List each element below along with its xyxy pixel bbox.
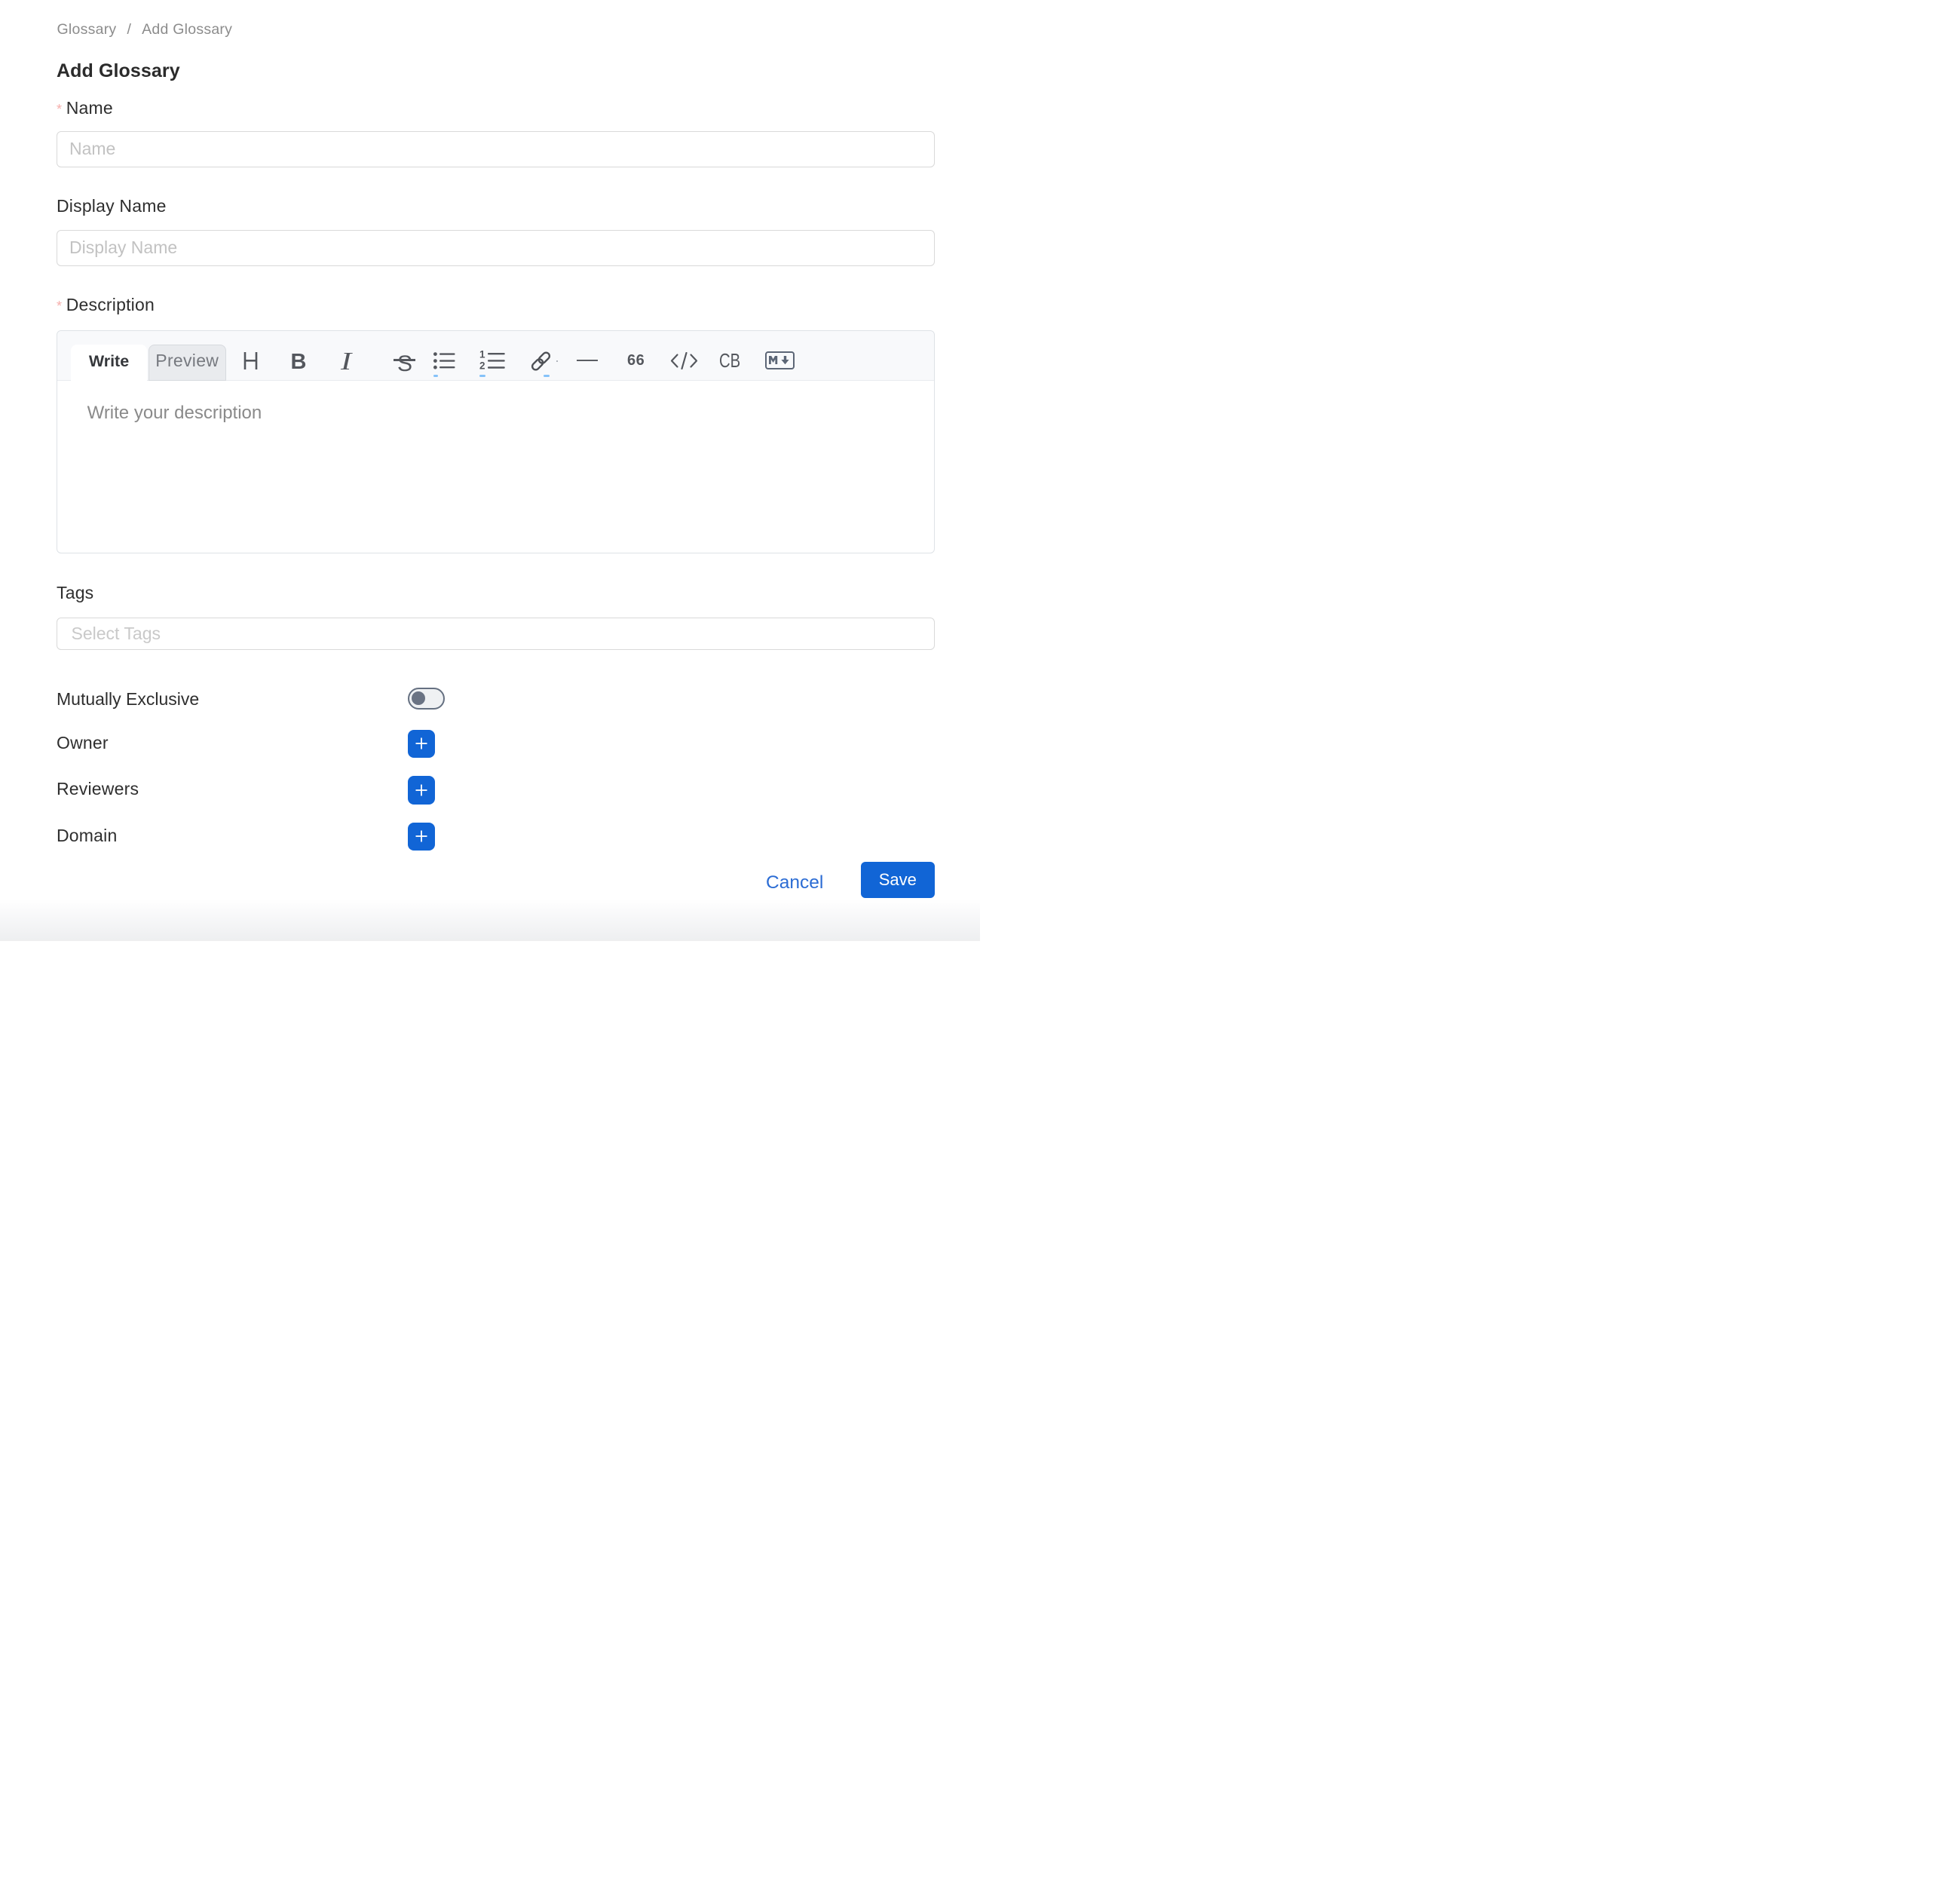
svg-text:1: 1 — [479, 350, 485, 360]
svg-text:2: 2 — [479, 360, 485, 371]
